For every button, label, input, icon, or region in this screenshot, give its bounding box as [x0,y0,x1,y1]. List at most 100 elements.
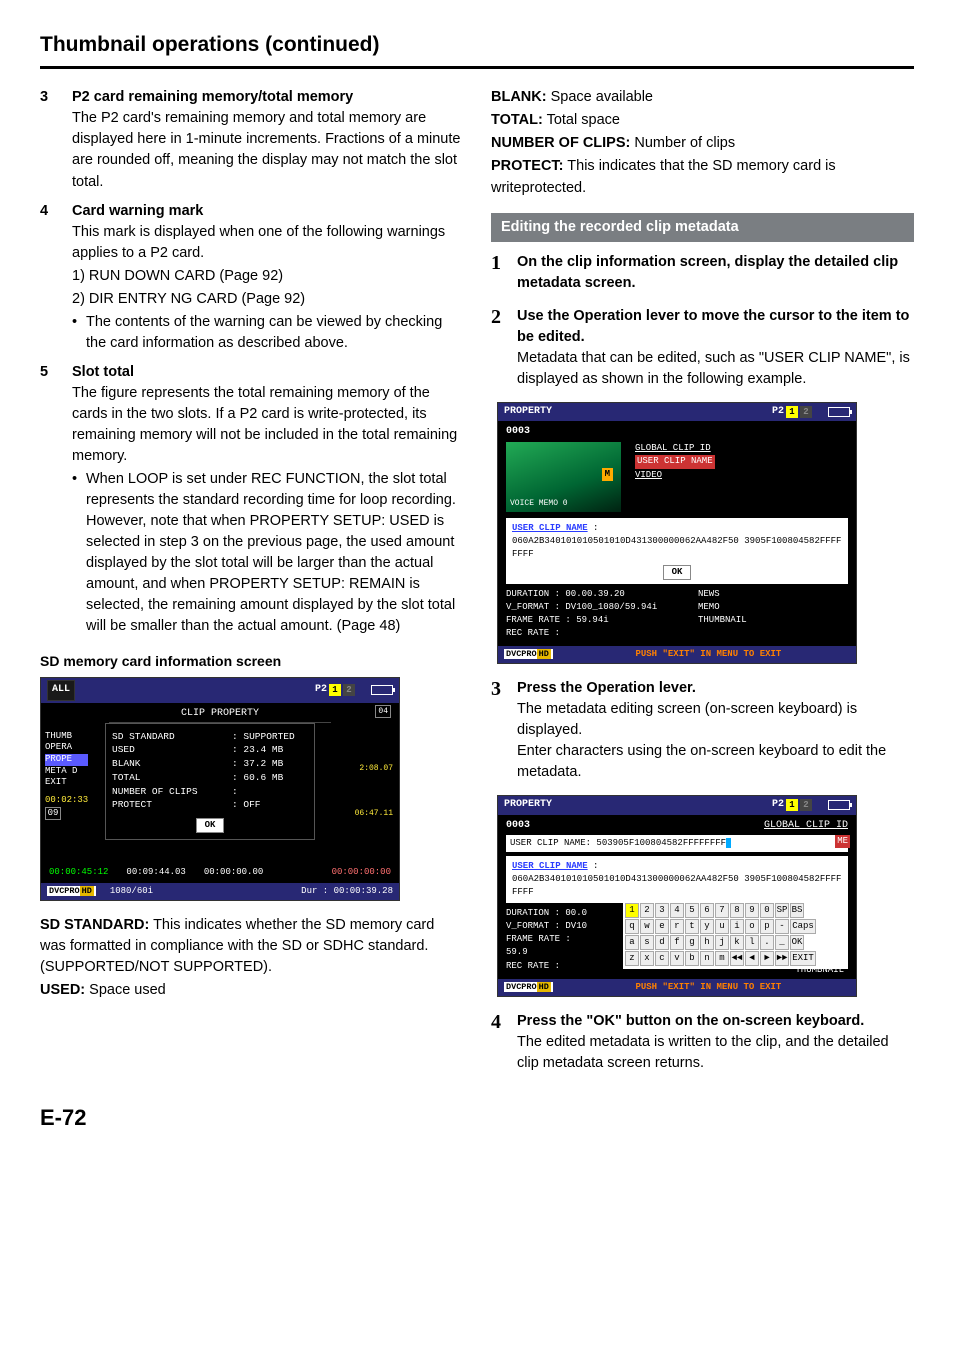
keyboard-key[interactable]: BS [790,903,804,918]
keyboard-key[interactable]: e [655,919,669,934]
keyboard-key[interactable]: 9 [745,903,759,918]
keyboard-key[interactable]: OK [790,935,804,950]
left-column: 3 P2 card remaining memory/total memory … [40,87,463,1085]
thumb-time: 06:47.11 [337,808,393,820]
keyboard-key[interactable]: _ [775,935,789,950]
keyboard-key[interactable]: 8 [730,903,744,918]
keyboard-key[interactable]: ◄◄ [730,951,744,966]
link-global-clip-id[interactable]: GLOBAL CLIP ID [635,442,715,456]
keyboard-key[interactable]: 4 [670,903,684,918]
bottom-time: 00:09:44.03 [126,866,185,879]
ok-button[interactable]: OK [663,565,692,580]
step-heading: Use the Operation lever to move the curs… [517,306,914,348]
keyboard-key[interactable]: SP [775,903,789,918]
slot-1: 1 [786,799,798,811]
keyboard-key[interactable]: 1 [625,903,639,918]
keyboard-key[interactable]: p [760,919,774,934]
push-exit-label: PUSH "EXIT" IN MENU TO EXIT [567,648,850,661]
item-text: This mark is displayed when one of the f… [72,222,463,264]
item-text: The P2 card's remaining memory and total… [72,108,463,192]
onscreen-keyboard[interactable]: 1234567890SPBS qwertyuiop-Caps asdfghjkl… [623,901,848,969]
keyboard-key[interactable]: 6 [700,903,714,918]
slot-2: 2 [343,684,355,696]
keyboard-key[interactable]: m [715,951,729,966]
step-text: Enter characters using the on-screen key… [517,741,914,783]
keyboard-key[interactable]: 0 [760,903,774,918]
keyboard-key[interactable]: ► [760,951,774,966]
keyboard-key[interactable]: l [745,935,759,950]
prop-val: : 37.2 MB [232,757,308,771]
right-column: BLANK: Space available TOTAL: Total spac… [491,87,914,1085]
link-global-clip-id[interactable]: GLOBAL CLIP ID [764,819,848,834]
slot-1: 1 [786,406,798,418]
menu-item: THUMB [45,731,88,743]
keyboard-key[interactable]: r [670,919,684,934]
clip-thumbnail: M VOICE MEMO 0 [506,442,621,512]
meta-line: V_FORMAT : DV100_1080/59.94i [506,601,686,614]
keyboard-key[interactable]: c [655,951,669,966]
keyboard-key[interactable]: ►► [775,951,789,966]
item-heading: P2 card remaining memory/total memory [72,87,463,108]
link-user-clip-name[interactable]: USER CLIP NAME [635,455,715,469]
keyboard-key[interactable]: v [670,951,684,966]
meta-link[interactable]: MEMO [698,601,848,614]
battery-icon [828,800,850,810]
keyboard-key[interactable]: . [760,935,774,950]
keyboard-key[interactable]: ◄ [745,951,759,966]
keyboard-key[interactable]: x [640,951,654,966]
keyboard-key[interactable]: b [685,951,699,966]
keyboard-key[interactable]: 5 [685,903,699,918]
edit-field[interactable]: USER CLIP NAME: 503905F100804582FFFFFFFF [506,835,848,852]
def-blank: BLANK: Space available [491,87,914,108]
ok-button[interactable]: OK [196,818,225,833]
prop-val: : OFF [232,798,308,812]
keyboard-key[interactable]: Caps [790,919,816,934]
keyboard-key[interactable]: 2 [640,903,654,918]
keyboard-key[interactable]: o [745,919,759,934]
prop-key: BLANK [112,757,232,771]
keyboard-key[interactable]: s [640,935,654,950]
def-used: USED: Space used [40,980,463,1001]
keyboard-key[interactable]: n [700,951,714,966]
p2-label: P2 [772,798,784,813]
keyboard-key[interactable]: 3 [655,903,669,918]
keyboard-key[interactable]: i [730,919,744,934]
meta-link[interactable]: THUMBNAIL [698,614,848,627]
clip-property-title: CLIP PROPERTY [181,708,259,719]
prop-title: PROPERTY [504,405,552,420]
keyboard-key[interactable]: k [730,935,744,950]
thumb-time: 2:08.07 [337,763,393,775]
prop-key: NUMBER OF CLIPS [112,785,232,799]
menu-item: META D [45,766,88,778]
keyboard-key[interactable]: h [700,935,714,950]
keyboard-key[interactable]: y [700,919,714,934]
side-badge: 09 [45,807,61,821]
dvcpro-badge: DVCPROHD [504,982,553,992]
keyboard-key[interactable]: u [715,919,729,934]
step-heading: On the clip information screen, display … [517,252,914,294]
keyboard-key[interactable]: q [625,919,639,934]
keyboard-key[interactable]: t [685,919,699,934]
meta-line: REC RATE : [506,960,594,973]
meta-link[interactable]: NEWS [698,588,848,601]
keyboard-key[interactable]: j [715,935,729,950]
section-heading: Editing the recorded clip metadata [491,213,914,242]
thumbnail-label: THUMBNAIL [795,964,844,977]
keyboard-key[interactable]: z [625,951,639,966]
item-heading: Card warning mark [72,201,463,222]
keyboard-key[interactable]: a [625,935,639,950]
keyboard-key[interactable]: w [640,919,654,934]
link-video[interactable]: VIDEO [635,469,715,483]
keyboard-key[interactable]: d [655,935,669,950]
side-time: 00:02:33 [45,795,88,807]
page-number: E-72 [40,1102,914,1134]
keyboard-key[interactable]: - [775,919,789,934]
keyboard-key[interactable]: 7 [715,903,729,918]
bottom-time: 00:00:45:12 [49,866,108,879]
keyboard-key[interactable]: f [670,935,684,950]
meta-line: DURATION : 00.00.39.20 [506,588,686,601]
prop-val: : SUPPORTED [232,730,308,744]
footer-res: 1080/60i [110,885,153,898]
p2-label: P2 [772,405,784,420]
keyboard-key[interactable]: g [685,935,699,950]
